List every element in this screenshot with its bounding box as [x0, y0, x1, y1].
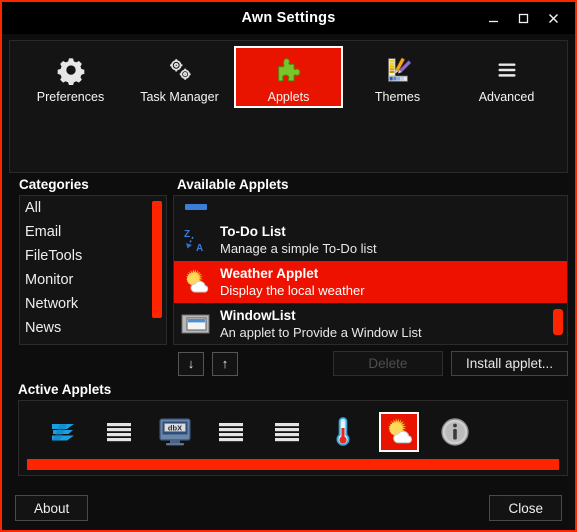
active-applet-zorin-z-logo[interactable] [43, 412, 83, 452]
gears-icon [165, 53, 195, 87]
active-applet-weather[interactable] [379, 412, 419, 452]
footer: About Close [2, 495, 575, 530]
move-down-button[interactable]: ↓ [178, 351, 204, 376]
active-applet-stack-lines[interactable] [99, 412, 139, 452]
categories-scrollbar[interactable] [152, 201, 162, 318]
active-applets-title: Active Applets [18, 382, 112, 397]
delete-button[interactable]: Delete [332, 351, 443, 376]
toolbar-item-label: Advanced [478, 90, 535, 104]
categories-title: Categories [19, 177, 89, 192]
middle-region: Categories All Email FileTools Monitor N… [2, 173, 575, 345]
toolbar-item-task-manager[interactable]: Task Manager [125, 46, 234, 108]
category-item[interactable]: Email [20, 220, 166, 244]
active-applet-stack-lines[interactable] [267, 412, 307, 452]
toolbar-item-label: Preferences [36, 90, 105, 104]
close-button[interactable]: Close [489, 495, 562, 521]
available-applets-pane: Available Applets Z A To-Do List Manage … [173, 177, 568, 345]
palette-icon [383, 53, 413, 87]
active-applets-box: dbX [18, 400, 568, 476]
applet-desc: An applet to Provide a Window List [220, 325, 422, 340]
category-item[interactable]: FileTools [20, 244, 166, 268]
gear-icon [56, 53, 86, 87]
svg-text:dbX: dbX [168, 424, 182, 433]
available-applets-scrollbar[interactable] [553, 309, 563, 335]
awn-settings-window: Awn Settings Preferences Task Manager Ap… [2, 2, 575, 530]
puzzle-piece-icon [274, 53, 304, 87]
category-item[interactable]: News [20, 316, 166, 340]
category-item[interactable]: System [20, 340, 166, 344]
toolbar-item-label: Themes [374, 90, 421, 104]
window-controls [479, 2, 567, 34]
list-item[interactable] [174, 196, 567, 219]
svg-text:A: A [196, 243, 203, 254]
list-item[interactable]: WindowList An applet to Provide a Window… [174, 303, 567, 344]
toolbar-item-label: Applets [267, 90, 310, 104]
close-icon[interactable] [539, 4, 567, 32]
applet-name: WindowList [220, 308, 296, 323]
category-item[interactable]: All [20, 196, 166, 220]
move-up-button[interactable]: ↑ [212, 351, 238, 376]
active-applet-info[interactable] [435, 412, 475, 452]
install-applet-button[interactable]: Install applet... [450, 351, 568, 376]
maximize-icon[interactable] [509, 4, 537, 32]
toolbar-item-themes[interactable]: Themes [343, 46, 452, 108]
available-applets-title: Available Applets [177, 177, 289, 192]
applet-name: To-Do List [220, 224, 286, 239]
applet-desc: Manage a simple To-Do list [220, 241, 377, 256]
categories-pane: Categories All Email FileTools Monitor N… [9, 177, 167, 345]
categories-list[interactable]: All Email FileTools Monitor Network News… [19, 195, 167, 345]
toolbar-item-label: Task Manager [140, 90, 219, 104]
list-item[interactable]: Z A To-Do List Manage a simple To-Do lis… [174, 219, 567, 261]
active-applets-region: Active Applets dbX [2, 376, 575, 476]
applet-name: Weather Applet [220, 266, 319, 281]
active-applet-dbx-monitor[interactable]: dbX [155, 412, 195, 452]
toolbar-item-preferences[interactable]: Preferences [16, 46, 125, 108]
active-applets-icons: dbX [27, 407, 559, 457]
window-title: Awn Settings [241, 10, 336, 26]
sort-za-icon: Z A [180, 224, 212, 256]
active-applet-thermometer[interactable] [323, 412, 363, 452]
category-item[interactable]: Monitor [20, 268, 166, 292]
hamburger-icon [492, 53, 522, 87]
list-item[interactable]: Weather Applet Display the local weather [174, 261, 567, 303]
weather-sun-cloud-icon [180, 266, 212, 298]
toolbar-region: Preferences Task Manager Applets Themes … [2, 34, 575, 173]
active-applets-scrollbar[interactable] [27, 459, 559, 470]
svg-text:Z: Z [184, 229, 190, 240]
about-button[interactable]: About [15, 495, 89, 521]
applet-desc: Display the local weather [220, 283, 365, 298]
toolbar-item-applets[interactable]: Applets [234, 46, 343, 108]
clipped-row-icon [180, 196, 212, 214]
active-applet-stack-lines[interactable] [211, 412, 251, 452]
toolbar-item-advanced[interactable]: Advanced [452, 46, 561, 108]
toolbar: Preferences Task Manager Applets Themes … [9, 40, 568, 173]
available-applets-list[interactable]: Z A To-Do List Manage a simple To-Do lis… [173, 195, 568, 345]
minimize-icon[interactable] [479, 4, 507, 32]
window-list-icon [180, 308, 212, 340]
list-action-buttons: ↓ ↑ Delete Install applet... [2, 345, 575, 376]
category-item[interactable]: Network [20, 292, 166, 316]
title-bar: Awn Settings [2, 2, 575, 34]
